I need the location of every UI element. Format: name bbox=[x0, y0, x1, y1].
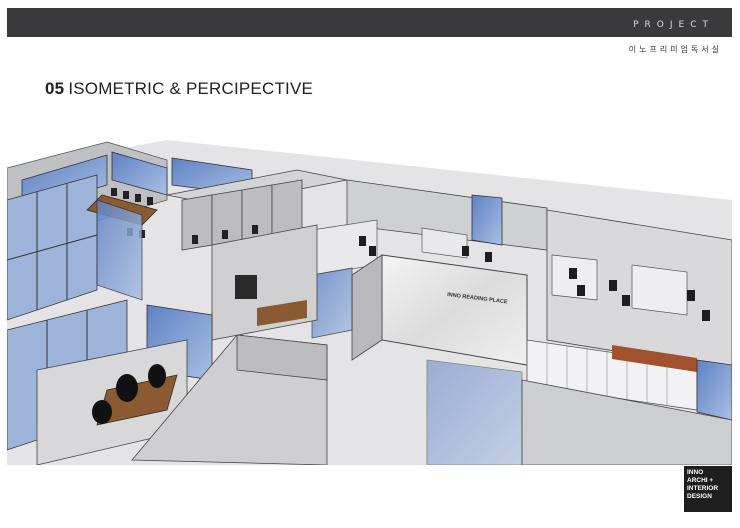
project-name: 이노프리미엄독서실 bbox=[628, 45, 722, 54]
vestibule-glass bbox=[426, 359, 523, 465]
logo-line: INNO bbox=[687, 469, 704, 476]
logo-line: INTERIOR bbox=[687, 485, 719, 492]
logo-line: ARCHI + bbox=[687, 477, 714, 484]
section-title: ISOMETRIC & PERCIPECTIVE bbox=[68, 79, 314, 98]
section-number: 05 bbox=[45, 79, 65, 98]
glass-partition bbox=[96, 199, 143, 301]
floorplan-illustration: INNO READING PLACE bbox=[7, 140, 732, 465]
header-bar: PROJECT bbox=[7, 8, 732, 37]
page-title: 05 ISOMETRIC & PERCIPECTIVE bbox=[45, 79, 313, 99]
project-label: PROJECT bbox=[633, 20, 714, 30]
coffee-machine bbox=[235, 275, 257, 299]
logo-line: DESIGN bbox=[687, 493, 712, 500]
glass-panel-right bbox=[696, 359, 732, 421]
glass-door bbox=[311, 267, 353, 339]
company-logo: INNO ARCHI + INTERIOR DESIGN bbox=[684, 466, 732, 512]
back-window bbox=[471, 194, 503, 246]
isometric-render: INNO READING PLACE bbox=[7, 140, 732, 465]
